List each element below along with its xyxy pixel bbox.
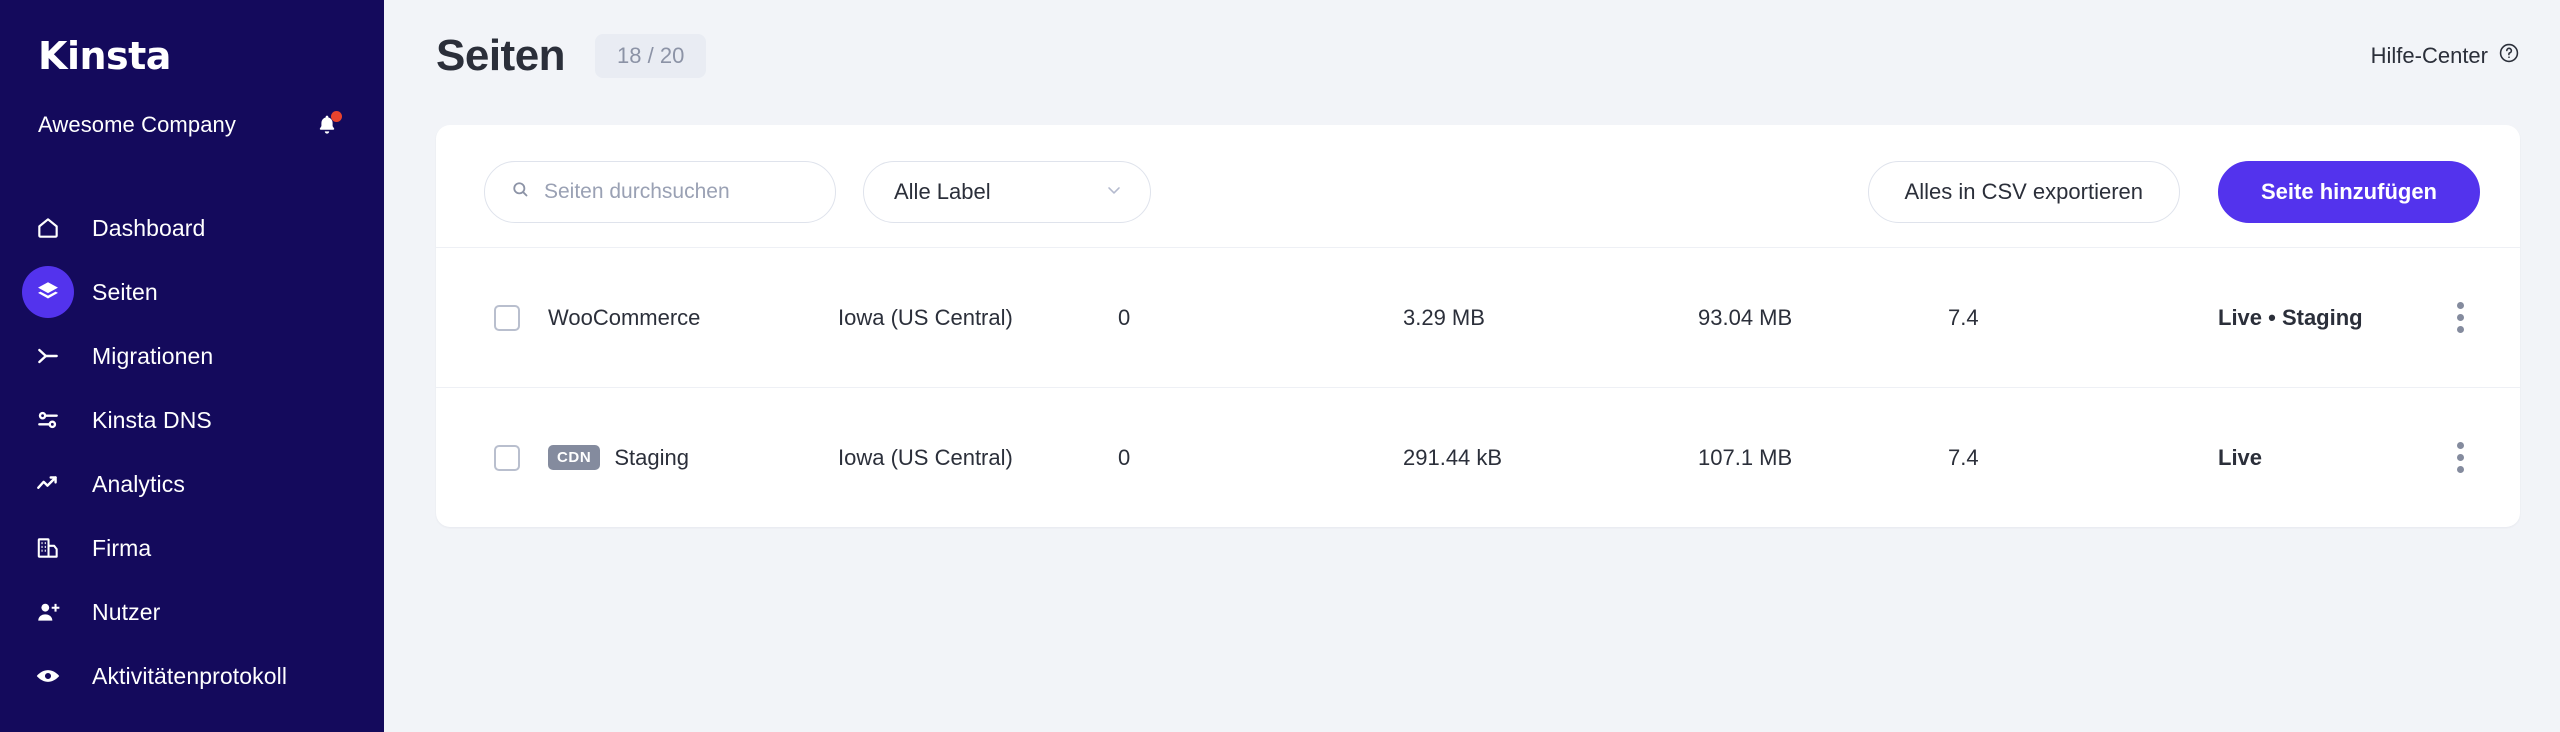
site-region: Iowa (US Central): [838, 304, 1013, 330]
sidebar-item-label: Analytics: [92, 470, 185, 497]
kebab-menu-icon[interactable]: [2449, 434, 2472, 481]
sidebar-item-dashboard[interactable]: Dashboard: [0, 196, 384, 260]
dns-nodes-icon: [22, 394, 74, 446]
trending-up-icon: [22, 458, 74, 510]
site-visits: 0: [1118, 444, 1131, 470]
site-region: Iowa (US Central): [838, 444, 1013, 470]
layers-icon: [22, 266, 74, 318]
site-size: 3.29 MB: [1403, 304, 1485, 330]
label-filter-value: Alle Label: [894, 179, 991, 204]
sites-table: WooCommerce Iowa (US Central) 0 3.29 MB …: [436, 247, 2520, 527]
question-circle-icon: [2498, 42, 2520, 70]
search-input[interactable]: [544, 180, 809, 204]
sidebar-item-firma[interactable]: Firma: [0, 516, 384, 580]
sidebar-item-seiten[interactable]: Seiten: [0, 260, 384, 324]
sidebar-item-migrationen[interactable]: Migrationen: [0, 324, 384, 388]
app-root: Kinsta Awesome Company Dashboard Seiten …: [0, 0, 2560, 732]
bell-icon[interactable]: [312, 110, 342, 140]
page-title: Seiten: [436, 31, 566, 80]
cdn-badge: CDN: [548, 445, 601, 470]
table-row[interactable]: CDN Staging Iowa (US Central) 0 291.44 k…: [436, 387, 2520, 527]
building-icon: [22, 522, 74, 574]
main-content: Seiten 18 / 20 Hilfe-Center Seiten durch…: [384, 0, 2560, 732]
company-row: Awesome Company: [0, 98, 384, 152]
site-php-version: 7.4: [1948, 444, 1979, 470]
row-checkbox[interactable]: [494, 444, 520, 471]
sidebar-item-analytics[interactable]: Analytics: [0, 452, 384, 516]
sidebar: Kinsta Awesome Company Dashboard Seiten …: [0, 0, 384, 732]
table-row[interactable]: WooCommerce Iowa (US Central) 0 3.29 MB …: [436, 247, 2520, 387]
sites-card: Alle Label Alles in CSV exportieren Seit…: [436, 125, 2520, 527]
help-center-label: Hilfe-Center: [2370, 43, 2488, 68]
eye-icon: [22, 650, 74, 702]
user-plus-icon: [22, 586, 74, 638]
page-header: Seiten 18 / 20 Hilfe-Center: [384, 0, 2560, 112]
site-name: WooCommerce: [548, 304, 701, 330]
home-icon: [22, 202, 74, 254]
row-menu-cell: [2400, 294, 2520, 341]
row-checkbox[interactable]: [494, 304, 520, 331]
brand[interactable]: Kinsta: [0, 28, 384, 84]
site-environments: Live • Staging: [2218, 304, 2363, 330]
kinsta-logo: Kinsta: [38, 34, 171, 78]
site-disk-usage: 107.1 MB: [1698, 444, 1793, 470]
sidebar-item-label: Kinsta DNS: [92, 406, 212, 433]
kebab-menu-icon[interactable]: [2449, 294, 2472, 341]
sidebar-item-label: Seiten: [92, 278, 158, 305]
site-disk-usage: 93.04 MB: [1698, 304, 1793, 330]
site-environments: Live: [2218, 444, 2263, 470]
sidebar-nav: Dashboard Seiten Migrationen Kinsta DNS …: [0, 196, 384, 708]
sidebar-item-label: Nutzer: [92, 598, 161, 625]
label-filter-select[interactable]: Alle Label: [863, 161, 1151, 223]
site-php-version: 7.4: [1948, 304, 1979, 330]
migration-fork-icon: [22, 330, 74, 382]
site-count-badge: 18 / 20: [595, 34, 707, 78]
row-select-cell: [436, 304, 548, 331]
add-site-button[interactable]: Seite hinzufügen: [2218, 161, 2480, 223]
site-size: 291.44 kB: [1403, 444, 1503, 470]
notification-dot: [331, 111, 342, 122]
sidebar-item-nutzer[interactable]: Nutzer: [0, 580, 384, 644]
sites-toolbar: Alle Label Alles in CSV exportieren Seit…: [436, 125, 2520, 247]
site-visits: 0: [1118, 304, 1131, 330]
chevron-down-icon: [1104, 180, 1124, 205]
help-center-link[interactable]: Hilfe-Center: [2371, 42, 2520, 70]
site-name-cell: WooCommerce: [548, 305, 838, 331]
row-menu-cell: [2400, 434, 2520, 481]
export-csv-button[interactable]: Alles in CSV exportieren: [1867, 161, 2180, 223]
sidebar-item-label: Aktivitätenprotokoll: [92, 662, 288, 689]
site-name: Staging: [614, 444, 689, 470]
company-name: Awesome Company: [38, 112, 236, 137]
sidebar-item-kinsta-dns[interactable]: Kinsta DNS: [0, 388, 384, 452]
sidebar-item-label: Migrationen: [92, 342, 214, 369]
sidebar-item-aktivitaetenprotokoll[interactable]: Aktivitätenprotokoll: [0, 644, 384, 708]
site-name-cell: CDN Staging: [548, 445, 838, 471]
sidebar-item-label: Firma: [92, 534, 152, 561]
sidebar-item-label: Dashboard: [92, 214, 206, 241]
row-select-cell: [436, 444, 548, 471]
search-input-wrapper[interactable]: [484, 161, 836, 223]
search-icon: [511, 180, 530, 204]
